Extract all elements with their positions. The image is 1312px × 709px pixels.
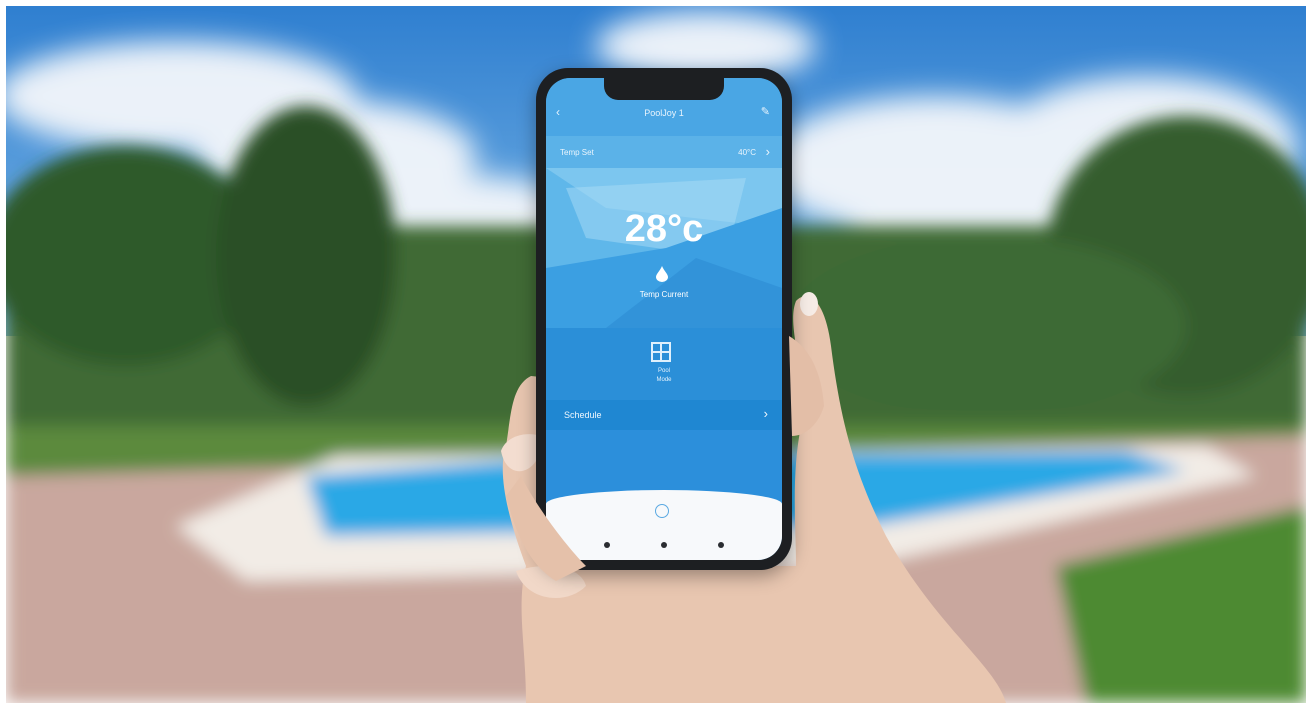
thumb-overlay [506,336,824,581]
phone-notch [604,78,724,100]
photo-scene: ‹ PoolJoy 1 ✎ Temp Set 40°C › 28°c Temp … [6,6,1306,703]
